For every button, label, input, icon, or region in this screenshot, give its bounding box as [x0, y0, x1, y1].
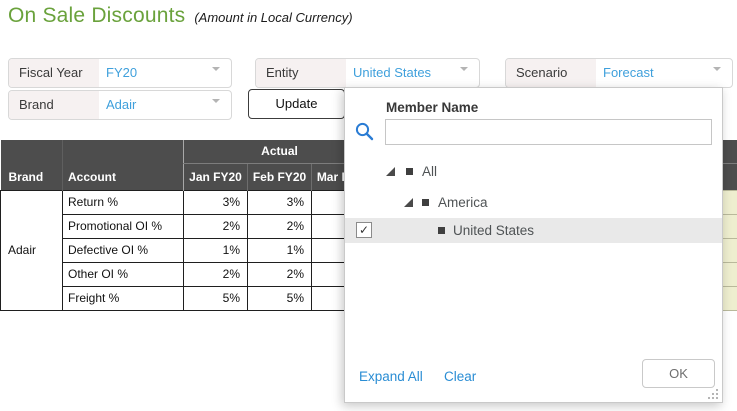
member-search-input[interactable] [385, 119, 712, 145]
value-cell: 2% [247, 213, 312, 239]
account-cell: Freight % [62, 285, 184, 311]
value-cell: 1% [247, 237, 312, 263]
value-cell: 5% [183, 285, 248, 311]
scenario-label: Scenario [506, 59, 596, 87]
update-button[interactable]: Update [248, 89, 345, 119]
account-cell: Other OI % [62, 261, 184, 287]
expand-all-link[interactable]: Expand All [359, 369, 423, 384]
value-cell: 1% [183, 237, 248, 263]
grid-header-month: Jan FY20 [183, 163, 248, 190]
member-name-title: Member Name [386, 100, 479, 115]
member-selector-popup: Member Name All America ✓ United States … [344, 87, 723, 403]
tree-node-label[interactable]: United States [453, 218, 534, 243]
grid-header-month: Feb FY20 [247, 163, 312, 190]
account-cell: Promotional OI % [62, 213, 184, 239]
search-icon [354, 121, 375, 147]
value-cell: 2% [247, 261, 312, 287]
tree-expand-icon[interactable] [386, 167, 395, 176]
fiscal-year-combobox[interactable]: Fiscal Year FY20 [8, 58, 232, 88]
entity-combobox[interactable]: Entity United States [255, 58, 480, 88]
account-cell: Return % [62, 189, 184, 215]
tree-node-america[interactable]: America [345, 187, 722, 218]
scenario-combobox[interactable]: Scenario Forecast [505, 58, 733, 88]
ok-button[interactable]: OK [642, 359, 715, 388]
grid-header-account: Account [62, 140, 184, 190]
value-cell: 3% [183, 189, 248, 215]
tree-node-label[interactable]: All [422, 156, 437, 187]
grid-header-brand: Brand [0, 140, 63, 190]
tree-node-united-states[interactable]: ✓ United States [345, 218, 722, 243]
value-cell: 2% [183, 261, 248, 287]
page-header: On Sale Discounts (Amount in Local Curre… [8, 4, 353, 28]
value-cell: 5% [247, 285, 312, 311]
account-cell: Defective OI % [62, 237, 184, 263]
brand-label: Brand [9, 91, 99, 119]
tree-expand-icon[interactable] [404, 198, 413, 207]
bullet-icon [422, 199, 429, 206]
entity-label: Entity [256, 59, 346, 87]
clear-link[interactable]: Clear [444, 369, 476, 384]
tree-node-all[interactable]: All [345, 156, 722, 187]
tree-node-label[interactable]: America [438, 187, 488, 218]
app-screen: On Sale Discounts (Amount in Local Curre… [0, 0, 737, 411]
scenario-value[interactable]: Forecast [596, 59, 732, 87]
resize-grip-icon[interactable] [708, 389, 718, 399]
page-title: On Sale Discounts [8, 4, 186, 27]
fiscal-year-label: Fiscal Year [9, 59, 99, 87]
brand-cell: Adair [0, 189, 63, 311]
value-cell: 3% [247, 189, 312, 215]
value-cell: 2% [183, 213, 248, 239]
chevron-down-icon[interactable] [713, 67, 722, 87]
bullet-icon [438, 227, 445, 234]
checkbox-checked-icon[interactable]: ✓ [356, 222, 372, 238]
member-tree: All America ✓ United States [345, 156, 722, 243]
brand-combobox[interactable]: Brand Adair [8, 90, 232, 120]
chevron-down-icon[interactable] [212, 99, 221, 119]
chevron-down-icon[interactable] [212, 67, 221, 87]
chevron-down-icon[interactable] [460, 67, 469, 87]
page-subtitle: (Amount in Local Currency) [194, 10, 353, 25]
bullet-icon [406, 168, 413, 175]
